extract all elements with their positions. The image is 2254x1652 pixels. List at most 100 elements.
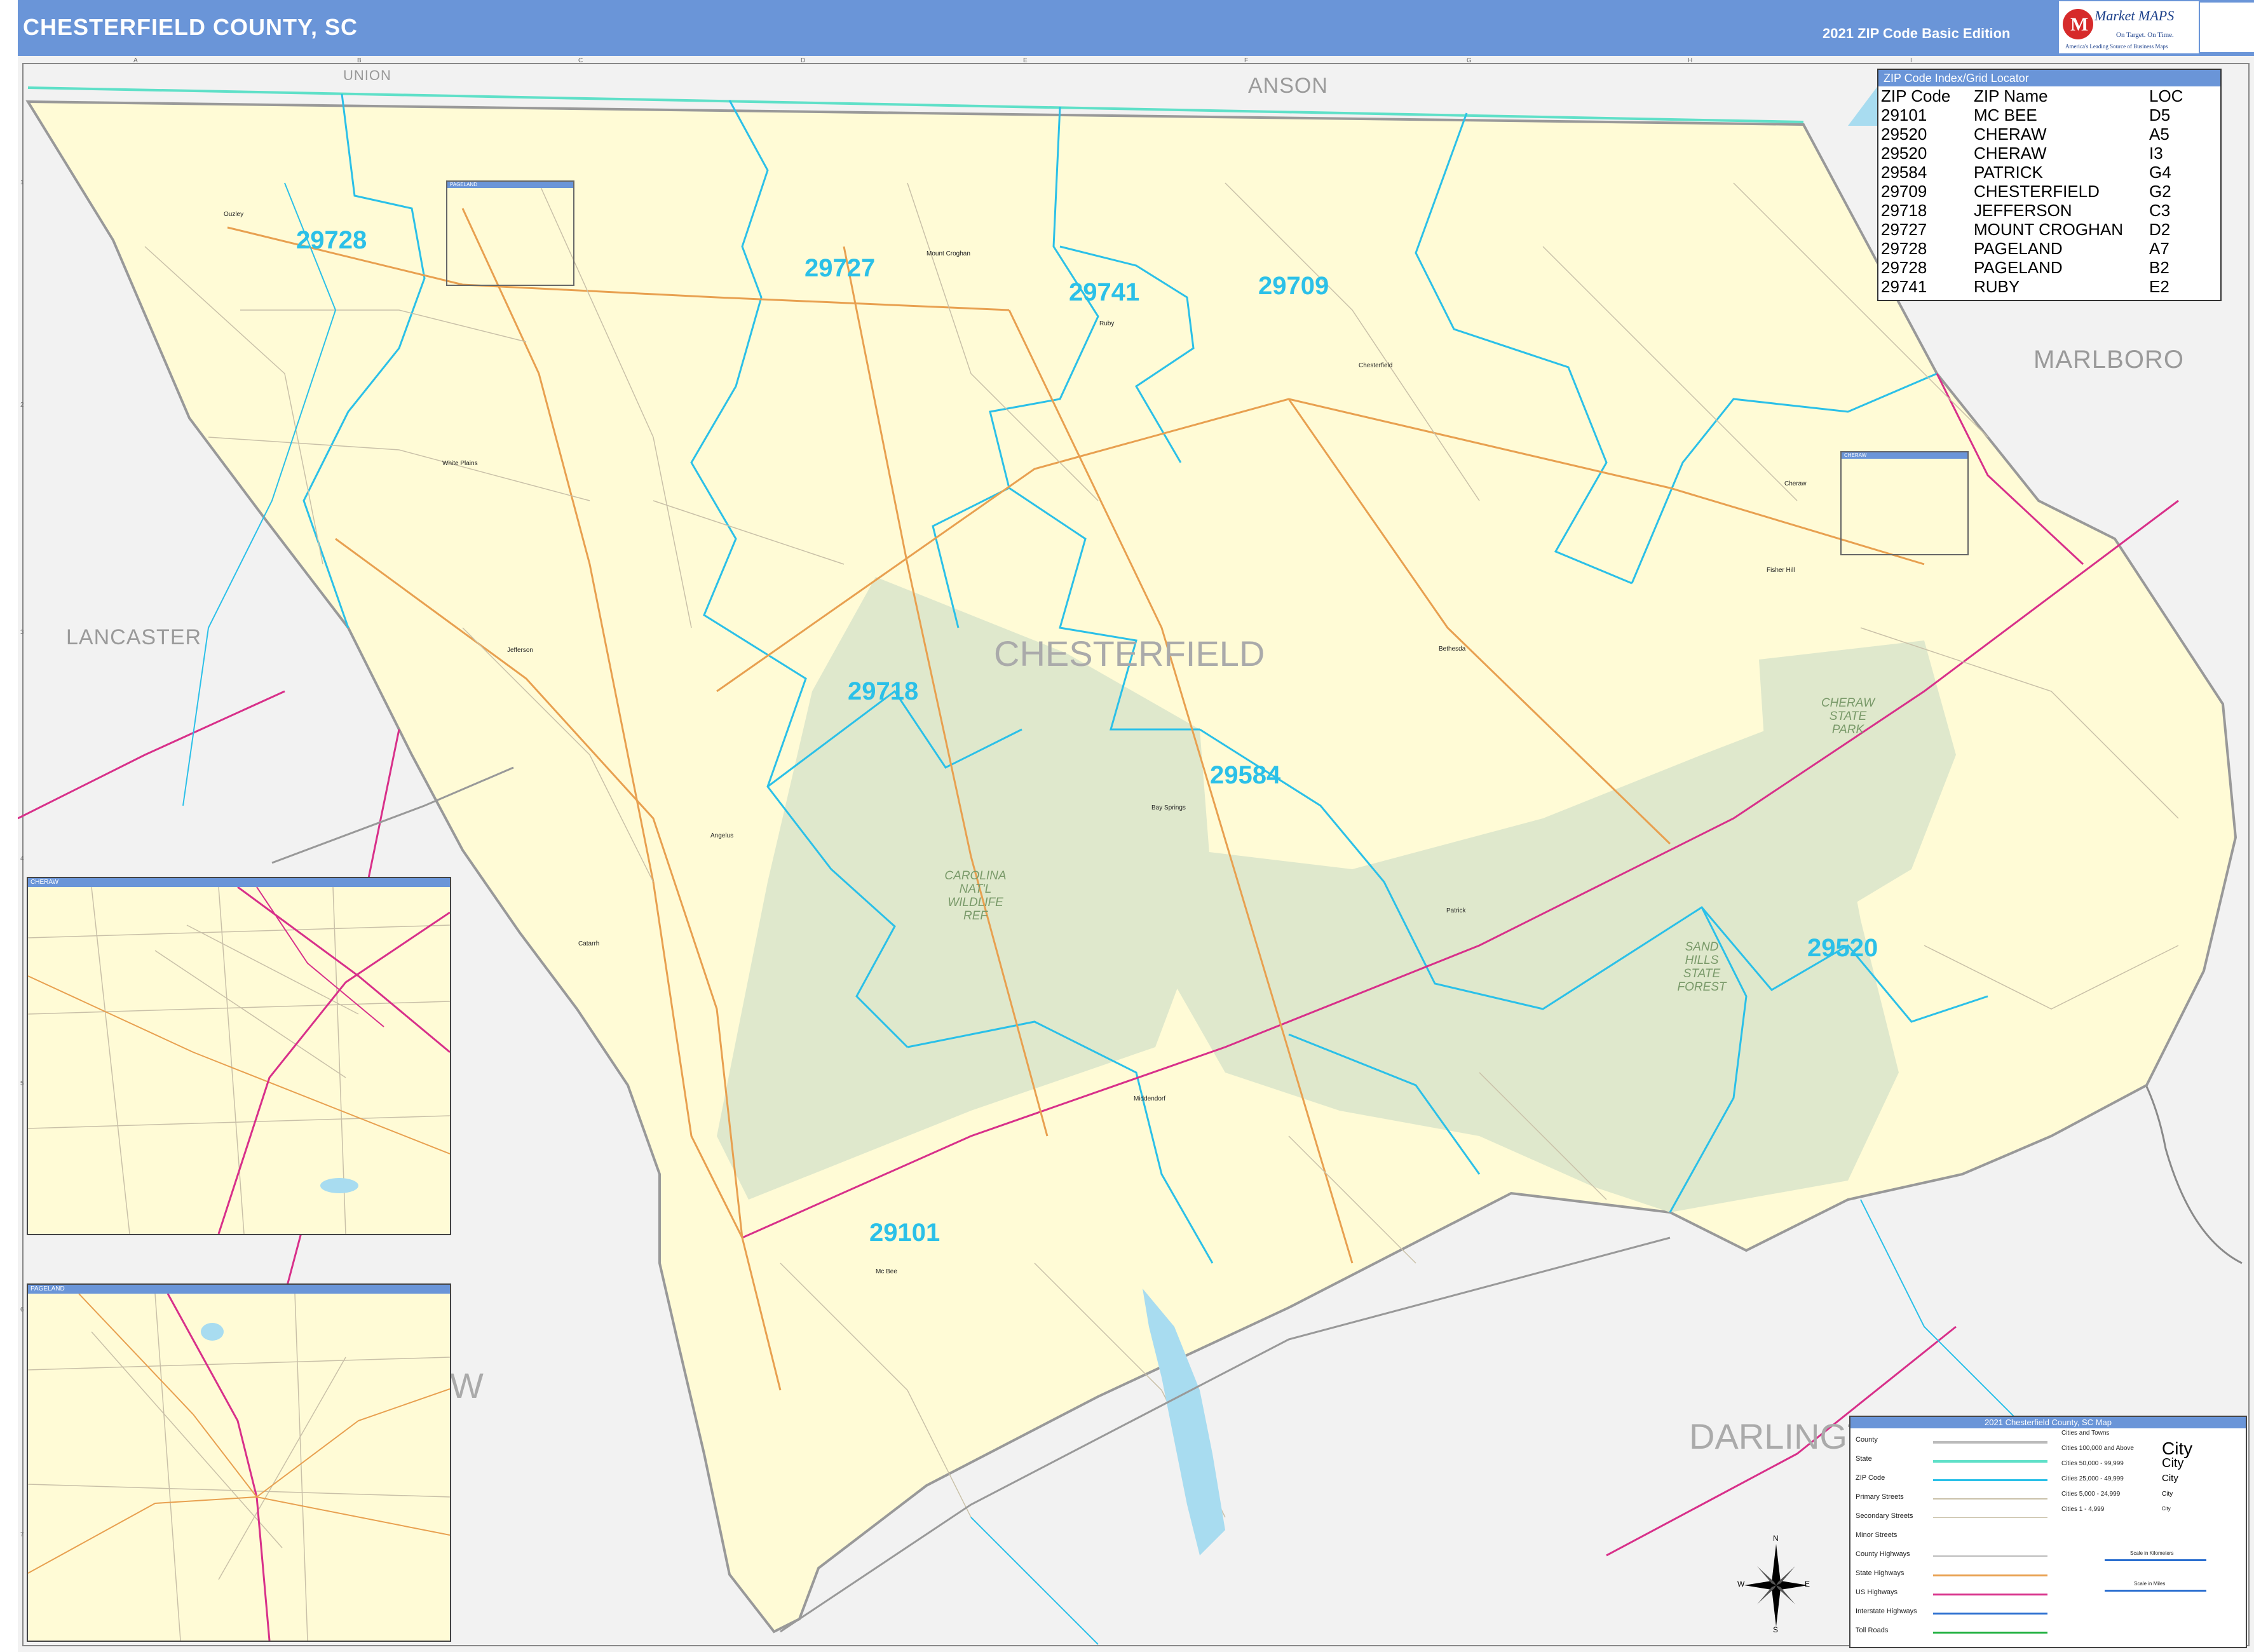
town-label: Ruby (1099, 320, 1115, 327)
grid-col-h: H (1688, 57, 1693, 64)
table-row: 29584 PATRICK G4 (1881, 163, 2171, 182)
logo-word-market: Market MAPS (2094, 8, 2174, 24)
pageland-inset-frame[interactable]: PAGELAND (446, 180, 574, 286)
park-label-sand-hills: SAND HILLS STATE FOREST (1677, 940, 1727, 994)
header-zip-name: ZIP Name (1974, 86, 2048, 105)
scale-mi-label: Scale in Miles (2134, 1581, 2166, 1587)
legend-line-secondary (1933, 1517, 2047, 1518)
map-legend: 2021 Chesterfield County, SC Map County … (1849, 1416, 2247, 1648)
town-label: Bay Springs (1151, 804, 1186, 811)
pageland-inset-canvas (28, 1294, 450, 1641)
town-label: Angelus (710, 832, 734, 839)
grid-col-a: A (133, 57, 138, 64)
table-row: 29741 RUBY E2 (1881, 277, 2169, 296)
grid-row-4: 4 (20, 855, 24, 862)
table-row: 29728 PAGELAND A7 (1881, 239, 2169, 258)
grid-row-3: 3 (20, 629, 24, 636)
town-label: Patrick (1446, 907, 1466, 914)
header-loc: LOC (2149, 86, 2183, 105)
park-label-cheraw: CHERAW STATE PARK (1821, 696, 1875, 736)
compass-e: E (1805, 1580, 1810, 1588)
county-label-union: UNION (343, 67, 391, 83)
zip-label-29584: 29584 (1210, 761, 1281, 789)
grid-row-7: 7 (20, 1531, 24, 1538)
legend-city-header: Cities and Towns (2061, 1430, 2110, 1437)
grid-row-5: 5 (20, 1080, 24, 1087)
town-label: Fisher Hill (1767, 567, 1795, 574)
legend-line-zip (1933, 1479, 2047, 1481)
zip-label-29727: 29727 (805, 254, 876, 282)
edition-label: 2021 ZIP Code Basic Edition (1823, 25, 2011, 41)
logo-contact-block (2200, 3, 2254, 52)
compass-s: S (1773, 1625, 1779, 1634)
cheraw-inset-map[interactable]: CHERAW (27, 877, 451, 1235)
grid-col-g: G (1467, 57, 1472, 64)
scale-mi-bar (2105, 1590, 2206, 1592)
legend-label: State Highways (1856, 1569, 1904, 1577)
legend-city-label: Cities 50,000 - 99,999 (2061, 1460, 2124, 1467)
town-label: Mount Croghan (927, 250, 970, 257)
town-label: Middendorf (1134, 1095, 1166, 1102)
legend-label: ZIP Code (1856, 1474, 1885, 1482)
map-title: CHESTERFIELD COUNTY, SC (23, 14, 358, 40)
logo-tagline: On Target. On Time. (2116, 31, 2174, 39)
zip-label-29718: 29718 (848, 677, 919, 705)
county-label-anson: ANSON (1248, 74, 1328, 98)
county-label-partial: W (450, 1365, 484, 1405)
county-label-marlboro: MARLBORO (2033, 346, 2184, 374)
cheraw-inset-canvas (28, 887, 450, 1234)
zip-label-29728: 29728 (296, 226, 367, 254)
town-label: Mc Bee (876, 1268, 897, 1275)
town-label: White Plains (442, 460, 478, 467)
legend-label: Interstate Highways (1856, 1608, 1917, 1615)
legend-line-county-hwy (1933, 1555, 2047, 1557)
zip-label-29520: 29520 (1807, 934, 1878, 962)
table-row: 29727 MOUNT CROGHAN D2 (1881, 220, 2171, 239)
grid-col-b: B (357, 57, 362, 64)
pageland-frame-title: PAGELAND (447, 182, 573, 188)
cheraw-inset-frame[interactable]: CHERAW (1840, 451, 1969, 555)
legend-label: Toll Roads (1856, 1627, 1889, 1634)
table-row: 29718 JEFFERSON C3 (1881, 201, 2171, 220)
legend-city-label: Cities 100,000 and Above (2061, 1445, 2134, 1452)
legend-label: County (1856, 1436, 1878, 1444)
zip-index-header-row: ZIP Code ZIP Name LOC (1881, 86, 2183, 105)
zip-label-29709: 29709 (1258, 272, 1329, 300)
legend-city-sample: City (2162, 1491, 2173, 1498)
legend-label: State (1856, 1455, 1872, 1463)
zip-code-index: ZIP Code Index/Grid Locator ZIP Code ZIP… (1877, 69, 2222, 301)
grid-col-e: E (1023, 57, 1028, 64)
grid-row-6: 6 (20, 1306, 24, 1313)
compass-n: N (1773, 1534, 1779, 1543)
legend-label: Secondary Streets (1856, 1512, 1913, 1520)
grid-row-2: 2 (20, 402, 24, 409)
legend-city-label: Cities 1 - 4,999 (2061, 1506, 2105, 1513)
grid-col-c: C (578, 57, 583, 64)
park-label-carolina-refuge: CAROLINA NAT'L WILDLIFE REF (944, 869, 1007, 923)
legend-title: 2021 Chesterfield County, SC Map (1850, 1417, 2246, 1428)
grid-col-i: I (1910, 57, 1912, 64)
town-label: Catarrh (578, 940, 600, 947)
legend-label: Minor Streets (1856, 1531, 1898, 1539)
pageland-inset-title: PAGELAND (28, 1285, 450, 1294)
pageland-inset-map[interactable]: PAGELAND (27, 1283, 451, 1642)
cheraw-frame-title: CHERAW (1842, 452, 1967, 459)
table-row: 29709 CHESTERFIELD G2 (1881, 182, 2171, 201)
table-row: 29520 CHERAW A5 (1881, 125, 2169, 144)
town-label: Cheraw (1784, 480, 1807, 487)
legend-city-label: Cities 5,000 - 24,999 (2061, 1491, 2121, 1498)
legend-city-sample: City (2162, 1456, 2184, 1470)
legend-line-state-hwy (1933, 1574, 2047, 1576)
logo-subline: America's Leading Source of Business Map… (2065, 43, 2168, 50)
table-row: 29728 PAGELAND B2 (1881, 258, 2169, 277)
cheraw-inset-title: CHERAW (28, 878, 450, 887)
county-label-chesterfield: CHESTERFIELD (994, 633, 1265, 674)
town-label: Ouzley (224, 211, 244, 218)
scale-km-bar (2105, 1559, 2206, 1561)
zip-label-29741: 29741 (1069, 278, 1140, 306)
legend-label: US Highways (1856, 1588, 1898, 1596)
grid-col-f: F (1244, 57, 1249, 64)
scale-km-label: Scale in Kilometers (2130, 1550, 2174, 1556)
svg-text:M: M (2070, 14, 2088, 35)
grid-row-1: 1 (20, 179, 24, 186)
